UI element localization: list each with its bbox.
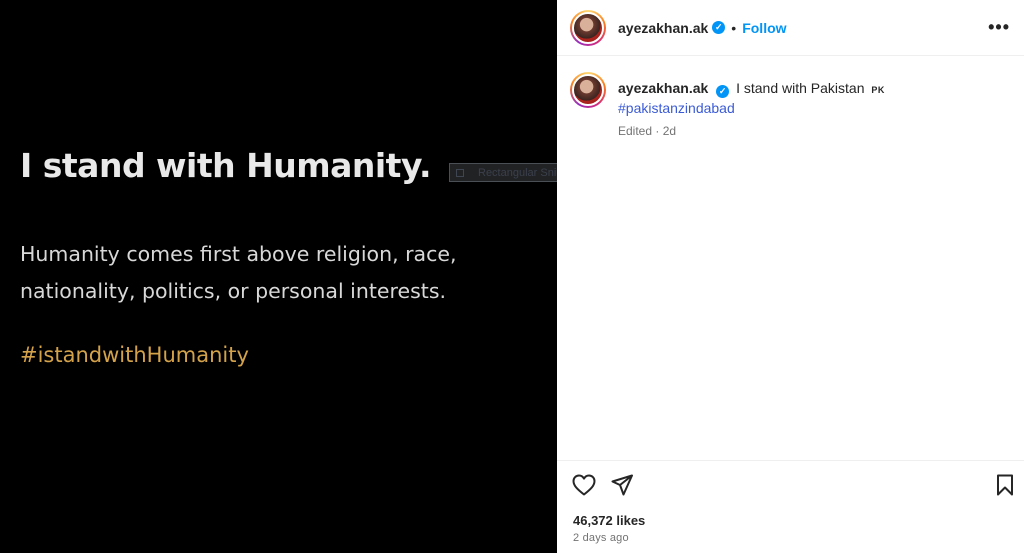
header-username[interactable]: ayezakhan.ak — [618, 20, 708, 36]
bookmark-icon[interactable] — [996, 474, 1014, 501]
post-image: I stand with Humanity. Humanity comes fi… — [0, 0, 557, 553]
caption-username[interactable]: ayezakhan.ak — [618, 80, 708, 96]
snip-label: Rectangular Snip — [478, 166, 557, 179]
caption-avatar[interactable] — [570, 72, 606, 108]
avatar-photo — [572, 11, 604, 44]
action-bar — [557, 460, 1024, 510]
snip-icon — [456, 168, 464, 177]
verified-badge-icon: ✓ — [716, 84, 730, 98]
image-hashtag: #istandwithHumanity — [20, 343, 249, 367]
follow-button[interactable]: Follow — [742, 20, 786, 36]
avatar-photo — [572, 74, 604, 106]
post-header: ayezakhan.ak ✓ • Follow ••• — [557, 0, 1024, 56]
flag-pk: PK — [871, 85, 885, 95]
caption: ayezakhan.ak ✓ I stand with Pakistan PK … — [557, 56, 1024, 140]
separator-dot: • — [731, 19, 737, 36]
likes-count[interactable]: 46,372 likes — [573, 513, 645, 528]
more-options-icon[interactable]: ••• — [988, 18, 1010, 36]
caption-hashtag[interactable]: #pakistanzindabad — [618, 99, 885, 117]
share-icon[interactable] — [611, 474, 633, 501]
post-sidebar: ayezakhan.ak ✓ • Follow ••• ayezakhan.ak… — [557, 0, 1024, 553]
image-heading: I stand with Humanity. — [20, 146, 431, 185]
heart-icon[interactable] — [572, 474, 596, 501]
timestamp[interactable]: 2 days ago — [573, 532, 629, 544]
caption-text: ayezakhan.ak ✓ I stand with Pakistan PK … — [618, 72, 885, 140]
snip-overlay: Rectangular Snip — [449, 163, 557, 182]
caption-body: I stand with Pakistan — [736, 80, 865, 96]
verified-badge-icon: ✓ — [712, 21, 726, 34]
avatar[interactable] — [570, 9, 606, 46]
caption-meta: Edited · 2d — [618, 124, 677, 138]
image-body-text: Humanity comes first above religion, rac… — [20, 242, 457, 303]
